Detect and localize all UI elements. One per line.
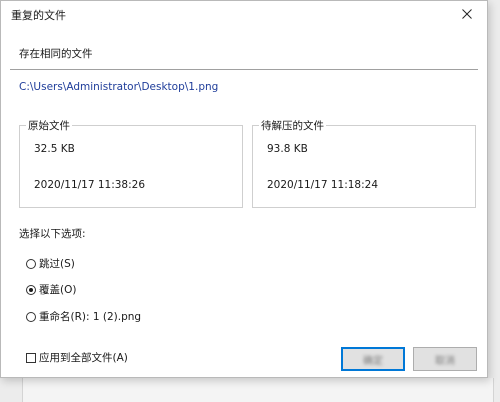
- original-file-size: 32.5 KB: [34, 143, 75, 155]
- section-divider: [10, 69, 478, 70]
- original-file-group: 原始文件 32.5 KB 2020/11/17 11:38:26: [19, 118, 243, 208]
- title-bar: 重复的文件: [1, 1, 487, 29]
- skip-radio[interactable]: [26, 258, 36, 269]
- new-file-modified: 2020/11/17 11:18:24: [267, 179, 379, 191]
- cancel-button-label: 取消: [435, 355, 455, 367]
- ok-button[interactable]: 确定: [341, 347, 405, 371]
- file-path: C:\Users\Administrator\Desktop\1.png: [19, 81, 219, 93]
- new-file-group: 待解压的文件 93.8 KB 2020/11/17 11:18:24: [252, 118, 476, 208]
- close-icon: [462, 9, 472, 19]
- rename-label: 重命名(R): 1 (2).png: [39, 311, 142, 323]
- original-file-modified: 2020/11/17 11:38:26: [34, 179, 146, 191]
- new-file-size: 93.8 KB: [267, 143, 308, 155]
- rename-radio[interactable]: [26, 311, 36, 322]
- apply-all-checkbox[interactable]: [26, 352, 36, 363]
- rename-option[interactable]: 重命名(R): 1 (2).png: [26, 309, 141, 324]
- window-title: 重复的文件: [11, 9, 66, 22]
- duplicate-file-dialog: 重复的文件 存在相同的文件 C:\Users\Administrator\Des…: [0, 0, 488, 378]
- original-file-legend: 原始文件: [26, 118, 72, 133]
- options-label: 选择以下选项:: [19, 228, 86, 240]
- apply-all-label: 应用到全部文件(A): [39, 352, 128, 364]
- cancel-button[interactable]: 取消: [413, 347, 477, 371]
- section-title: 存在相同的文件: [19, 48, 93, 60]
- new-file-legend: 待解压的文件: [259, 118, 326, 133]
- skip-option[interactable]: 跳过(S): [26, 256, 75, 271]
- apply-all-option[interactable]: 应用到全部文件(A): [26, 350, 128, 365]
- overwrite-label: 覆盖(O): [39, 284, 77, 296]
- background-window: [22, 378, 494, 402]
- ok-button-label: 确定: [363, 355, 383, 367]
- close-button[interactable]: [453, 3, 481, 25]
- overwrite-radio[interactable]: [26, 284, 36, 295]
- overwrite-option[interactable]: 覆盖(O): [26, 282, 76, 297]
- skip-label: 跳过(S): [39, 258, 75, 270]
